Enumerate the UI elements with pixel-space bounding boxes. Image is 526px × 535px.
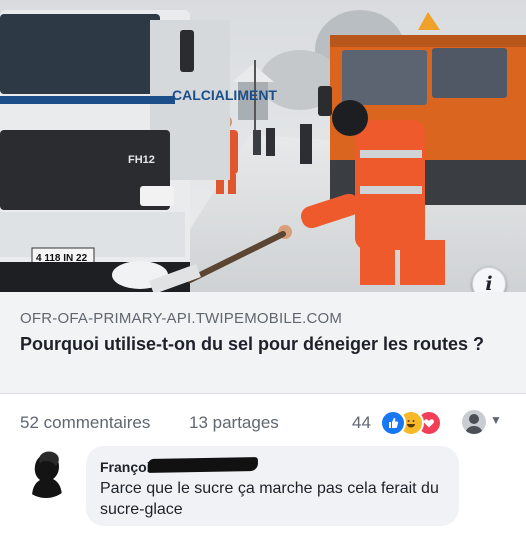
like-icon <box>380 410 406 436</box>
link-domain: OFR-OFA-PRIMARY-API.TWIPEMOBILE.COM <box>20 310 343 327</box>
reaction-count[interactable]: 44 <box>352 413 371 433</box>
comment-row: François Parce que le sucre ça marche pa… <box>0 442 526 535</box>
reaction-icons[interactable] <box>380 410 460 436</box>
comment-bubble: François Parce que le sucre ça marche pa… <box>86 446 459 526</box>
snow-scene-illustration: CALCIALIMENT FH12 4 118 IN 22 <box>0 0 526 292</box>
comment-text: Parce que le sucre ça marche pas cela fe… <box>100 480 439 518</box>
viewer-avatar-icon[interactable] <box>462 410 486 434</box>
engagement-bar: 52 commentaires 13 partages 44 ▼ <box>0 394 526 442</box>
share-count[interactable]: 13 partages <box>189 413 279 433</box>
facebook-post: CALCIALIMENT FH12 4 118 IN 22 i OFR-OFA-… <box>0 0 526 535</box>
truck-model-text: FH12 <box>128 154 155 166</box>
caret-down-icon[interactable]: ▼ <box>490 413 502 427</box>
link-preview-image[interactable]: CALCIALIMENT FH12 4 118 IN 22 <box>0 0 526 292</box>
link-title[interactable]: Pourquoi utilise-t-on du sel pour déneig… <box>20 332 490 356</box>
redaction-mark <box>147 457 259 473</box>
comment-count[interactable]: 52 commentaires <box>20 413 150 433</box>
link-preview[interactable]: OFR-OFA-PRIMARY-API.TWIPEMOBILE.COM Pour… <box>0 292 526 394</box>
truck-side-text: CALCIALIMENT <box>172 87 277 103</box>
commenter-avatar[interactable] <box>18 442 74 498</box>
